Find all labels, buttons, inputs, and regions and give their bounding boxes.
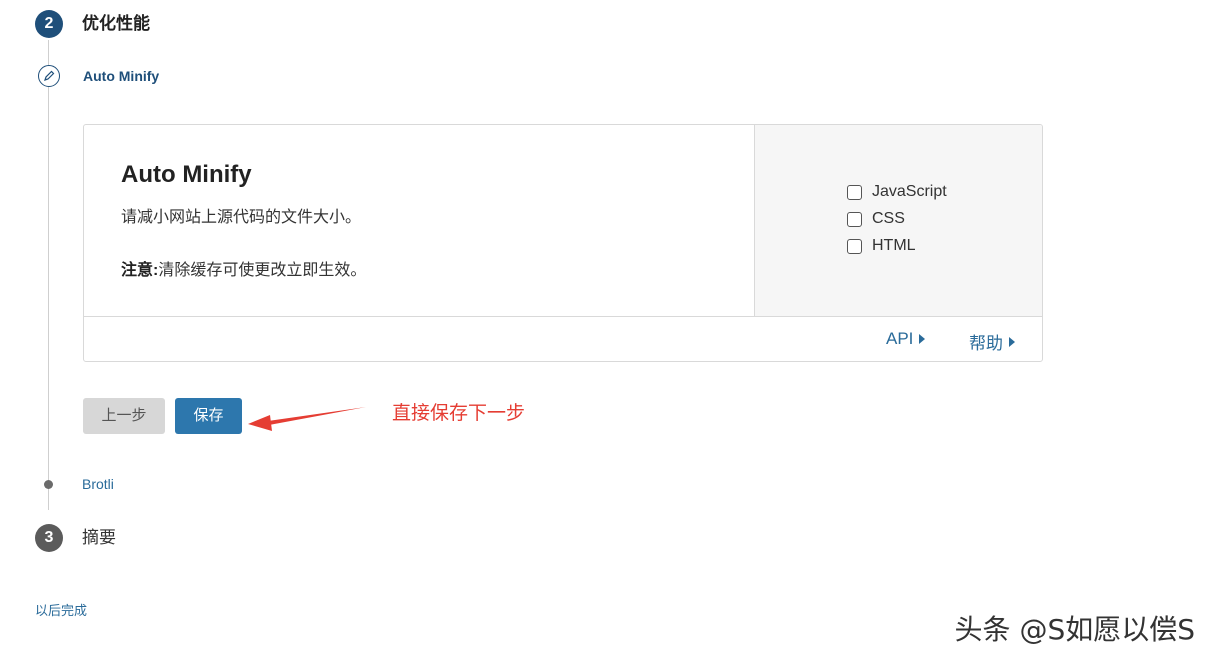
- watermark: 头条 @S如愿以偿S: [954, 613, 1195, 646]
- annotation-arrow-icon: [248, 407, 366, 431]
- option-javascript-label: JavaScript: [872, 183, 947, 200]
- checkbox-html[interactable]: [847, 238, 862, 254]
- step-3-title: 摘要: [82, 528, 116, 547]
- caret-right-icon: [1009, 336, 1015, 347]
- api-link-label: API: [886, 329, 914, 348]
- card-description: 请减小网站上源代码的文件大小。: [121, 209, 362, 226]
- help-link[interactable]: 帮助: [969, 329, 1015, 354]
- timeline-line: [48, 40, 49, 510]
- note-label: 注意:: [121, 262, 159, 279]
- pencil-icon: [38, 65, 60, 87]
- option-html-label: HTML: [872, 237, 916, 254]
- step-2-badge: 2: [35, 10, 63, 38]
- substep-brotli[interactable]: Brotli: [82, 476, 114, 492]
- checkbox-css[interactable]: [847, 211, 862, 227]
- card-title: Auto Minify: [121, 161, 252, 188]
- save-button[interactable]: 保存: [175, 398, 242, 434]
- note-text: 清除缓存可使更改立即生效。: [158, 262, 367, 279]
- substep-auto-minify[interactable]: Auto Minify: [83, 68, 159, 84]
- caret-right-icon: [919, 334, 926, 344]
- option-html[interactable]: HTML: [847, 236, 916, 256]
- option-javascript[interactable]: JavaScript: [847, 182, 947, 202]
- api-link[interactable]: API: [886, 329, 926, 349]
- step-2-title: 优化性能: [82, 14, 150, 33]
- substep-dot: [44, 480, 53, 489]
- card-content: Auto Minify 请减小网站上源代码的文件大小。 注意:清除缓存可使更改立…: [84, 125, 754, 316]
- card-options-panel: JavaScript CSS HTML: [754, 125, 1042, 316]
- auto-minify-card: Auto Minify 请减小网站上源代码的文件大小。 注意:清除缓存可使更改立…: [83, 124, 1043, 362]
- help-link-label: 帮助: [969, 334, 1003, 353]
- annotation-text: 直接保存下一步: [392, 403, 526, 424]
- checkbox-javascript[interactable]: [847, 184, 862, 200]
- finish-later-link[interactable]: 以后完成: [35, 600, 87, 619]
- step-3-badge: 3: [35, 524, 63, 552]
- previous-step-button[interactable]: 上一步: [83, 398, 165, 434]
- card-footer: API 帮助: [84, 316, 1042, 361]
- option-css[interactable]: CSS: [847, 209, 905, 229]
- card-note: 注意:清除缓存可使更改立即生效。: [121, 256, 366, 280]
- option-css-label: CSS: [872, 210, 905, 227]
